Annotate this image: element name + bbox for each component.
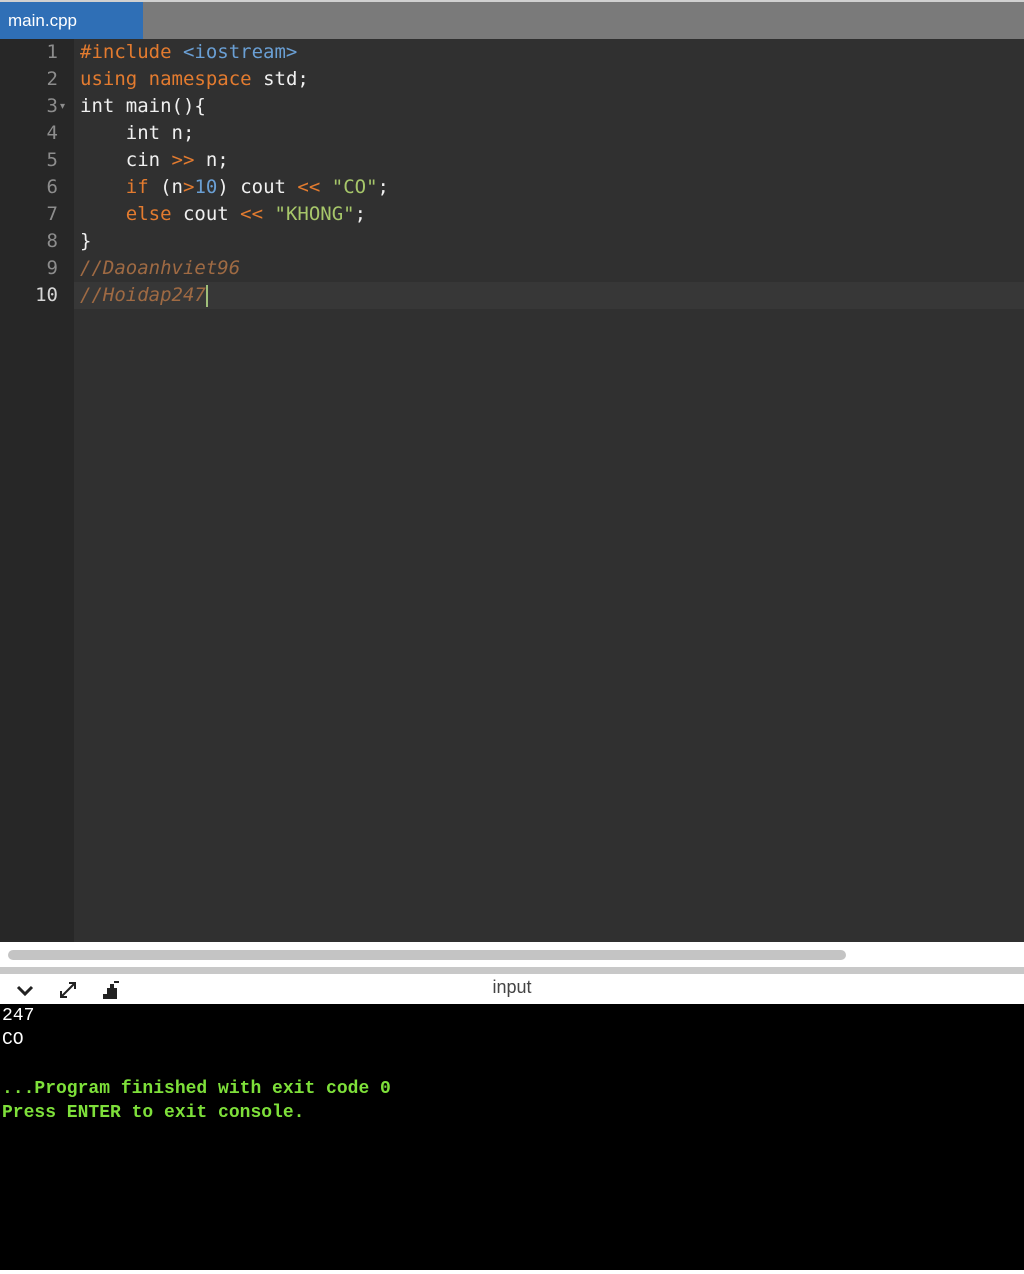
token: (n xyxy=(148,176,183,198)
chevron-down-icon[interactable] xyxy=(14,980,36,1000)
token: cout xyxy=(171,203,241,225)
token: << xyxy=(297,176,321,198)
line-number: 5 xyxy=(46,149,58,171)
line-number: 1 xyxy=(46,41,58,63)
token: using xyxy=(80,68,138,90)
token: >> xyxy=(171,149,195,171)
token: > xyxy=(182,176,195,198)
console-output[interactable]: 247 CO ...Program finished with exit cod… xyxy=(0,1004,1024,1270)
console-status-line: Press ENTER to exit console. xyxy=(2,1103,305,1123)
tab-bar: main.cpp xyxy=(0,0,1024,39)
code-line-9: //Daoanhviet96 xyxy=(80,257,241,279)
console-header: input xyxy=(0,974,1024,1004)
token: "CO" xyxy=(331,176,378,198)
code-line-10: //Hoidap247 xyxy=(80,282,208,309)
code-editor[interactable]: 1 2 3 ▾ 4 5 6 7 8 9 10 #include <iostrea… xyxy=(0,39,1024,942)
line-number: 9 xyxy=(46,257,58,279)
token: << xyxy=(240,203,264,225)
token: ) cout xyxy=(217,176,298,198)
console-status-line: ...Program finished with exit code 0 xyxy=(2,1079,391,1099)
code-line-5: cin >> n; xyxy=(80,147,229,174)
code-line-1: #include <iostream> xyxy=(80,39,297,66)
line-number: 3 xyxy=(46,95,58,117)
line-number-active: 10 xyxy=(35,284,58,306)
token: cin xyxy=(80,149,172,171)
line-number-gutter: 1 2 3 ▾ 4 5 6 7 8 9 10 xyxy=(0,39,74,942)
code-line-3: int main(){ xyxy=(80,95,206,117)
clear-console-icon[interactable] xyxy=(100,980,122,1000)
code-line-6: if (n>10) cout << "CO"; xyxy=(80,174,389,201)
code-line-8: } xyxy=(80,230,92,252)
scrollbar-thumb[interactable] xyxy=(8,950,846,960)
code-line-2: using namespace std; xyxy=(80,66,309,93)
line-number: 2 xyxy=(46,68,58,90)
token: ; xyxy=(354,203,367,225)
line-number: 6 xyxy=(46,176,58,198)
console-title: input xyxy=(492,977,532,997)
token: //Hoidap247 xyxy=(80,284,206,306)
code-line-4: int n; xyxy=(80,122,195,144)
token: if xyxy=(125,176,149,198)
active-line-highlight xyxy=(74,282,1024,309)
token: 10 xyxy=(194,176,218,198)
horizontal-scrollbar[interactable] xyxy=(0,942,1024,967)
token: n; xyxy=(194,149,229,171)
token: std; xyxy=(263,68,309,90)
fold-toggle-icon[interactable]: ▾ xyxy=(60,93,65,120)
token: namespace xyxy=(148,68,252,90)
token: else xyxy=(125,203,172,225)
panel-splitter[interactable] xyxy=(0,967,1024,974)
text-cursor xyxy=(205,284,208,307)
token: "KHONG" xyxy=(274,203,355,225)
line-number: 4 xyxy=(46,122,58,144)
tab-main-cpp[interactable]: main.cpp xyxy=(0,2,143,39)
code-line-7: else cout << "KHONG"; xyxy=(80,201,366,228)
console-line: 247 xyxy=(2,1006,35,1026)
console-line: CO xyxy=(2,1030,24,1050)
expand-icon[interactable] xyxy=(57,980,79,1000)
line-number: 8 xyxy=(46,230,58,252)
line-number: 7 xyxy=(46,203,58,225)
token: ; xyxy=(377,176,389,198)
token: #include xyxy=(80,41,172,63)
window-bottom-border xyxy=(0,1270,1024,1274)
token: <iostream> xyxy=(182,41,298,63)
